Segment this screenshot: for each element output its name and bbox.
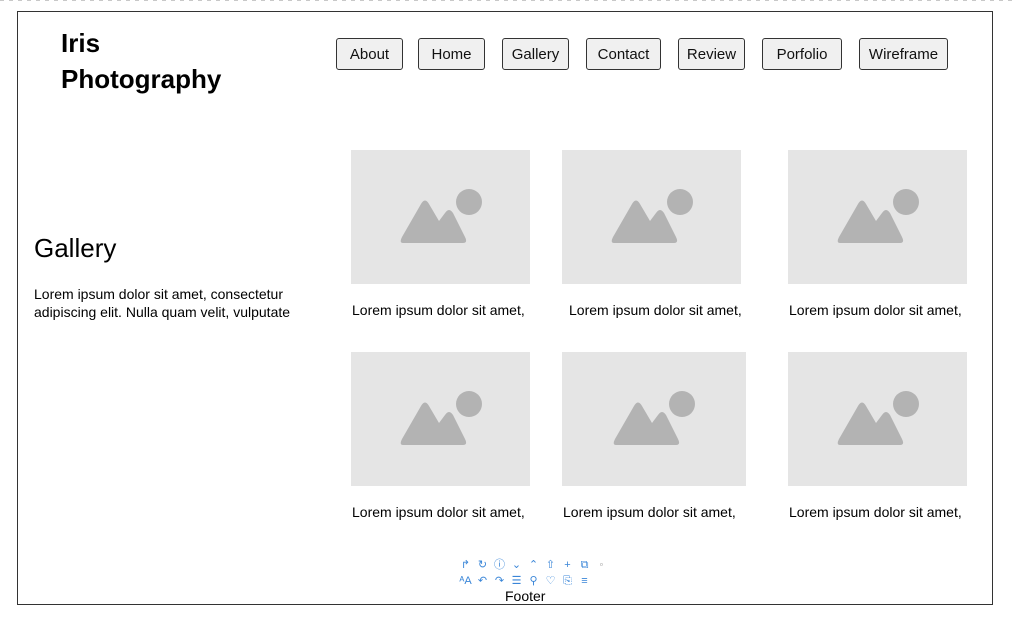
gallery-caption: Lorem ipsum dolor sit amet, bbox=[352, 504, 525, 520]
refresh-icon[interactable]: ↻ bbox=[476, 558, 489, 572]
gallery-image-placeholder[interactable] bbox=[351, 150, 530, 284]
gallery-image-placeholder[interactable] bbox=[788, 352, 967, 486]
image-placeholder-icon bbox=[837, 189, 919, 243]
gallery-caption: Lorem ipsum dolor sit amet, bbox=[352, 302, 525, 318]
info-icon[interactable]: ⓘ bbox=[493, 558, 506, 572]
heart-icon[interactable]: ♡ bbox=[544, 574, 557, 588]
site-logo[interactable]: Iris Photography bbox=[61, 25, 281, 97]
menu-icon[interactable]: ≡ bbox=[578, 574, 591, 588]
logo-line-2: Photography bbox=[61, 64, 222, 94]
image-placeholder-icon bbox=[400, 189, 482, 243]
logo-line-1: Iris bbox=[61, 28, 101, 58]
nav-gallery-button[interactable]: Gallery bbox=[502, 38, 569, 70]
gallery-caption: Lorem ipsum dolor sit amet, bbox=[789, 302, 962, 318]
nav-home-button[interactable]: Home bbox=[418, 38, 485, 70]
gallery-title: Gallery bbox=[34, 233, 117, 263]
gallery-caption: Lorem ipsum dolor sit amet, bbox=[789, 504, 962, 520]
gallery-image-placeholder[interactable] bbox=[788, 150, 967, 284]
nav-portfolio-button[interactable]: Porfolio bbox=[762, 38, 842, 70]
search-icon[interactable]: ⚲ bbox=[527, 574, 540, 588]
list-icon[interactable]: ☰ bbox=[510, 574, 523, 588]
gallery-description: Lorem ipsum dolor sit amet, consectetur … bbox=[34, 286, 291, 320]
image-placeholder-icon bbox=[400, 391, 482, 445]
dot-icon[interactable]: ◦ bbox=[595, 558, 608, 572]
footer-label: Footer bbox=[505, 588, 546, 604]
image-placeholder-icon bbox=[613, 391, 695, 445]
chevron-up-icon[interactable]: ⌃ bbox=[527, 558, 540, 572]
gallery-caption: Lorem ipsum dolor sit amet, bbox=[569, 302, 742, 318]
nav-about-button[interactable]: About bbox=[336, 38, 403, 70]
nav-contact-button[interactable]: Contact bbox=[586, 38, 661, 70]
editor-toolbar: ↱ ↻ ⓘ ⌄ ⌃ ⇧ + ⧉ ◦ ᴬA ↶ ↷ ☰ ⚲ ♡ ⎘ ≡ bbox=[459, 558, 609, 588]
undo-icon[interactable]: ↶ bbox=[476, 574, 489, 588]
plus-icon[interactable]: + bbox=[561, 558, 574, 572]
copy-icon[interactable]: ⎘ bbox=[561, 574, 574, 588]
share-icon[interactable]: ⇧ bbox=[544, 558, 557, 572]
chevron-down-icon[interactable]: ⌄ bbox=[510, 558, 523, 572]
gallery-image-placeholder[interactable] bbox=[562, 150, 741, 284]
gallery-image-placeholder[interactable] bbox=[562, 352, 746, 486]
nav-review-button[interactable]: Review bbox=[678, 38, 745, 70]
gallery-caption: Lorem ipsum dolor sit amet, bbox=[563, 504, 736, 520]
redirect-arrow-icon[interactable]: ↱ bbox=[459, 558, 472, 572]
gallery-image-placeholder[interactable] bbox=[351, 352, 530, 486]
redo-icon[interactable]: ↷ bbox=[493, 574, 506, 588]
image-placeholder-icon bbox=[611, 189, 693, 243]
image-placeholder-icon bbox=[837, 391, 919, 445]
nav-wireframe-button[interactable]: Wireframe bbox=[859, 38, 948, 70]
external-icon[interactable]: ⧉ bbox=[578, 558, 591, 572]
text-size-icon[interactable]: ᴬA bbox=[459, 574, 472, 588]
